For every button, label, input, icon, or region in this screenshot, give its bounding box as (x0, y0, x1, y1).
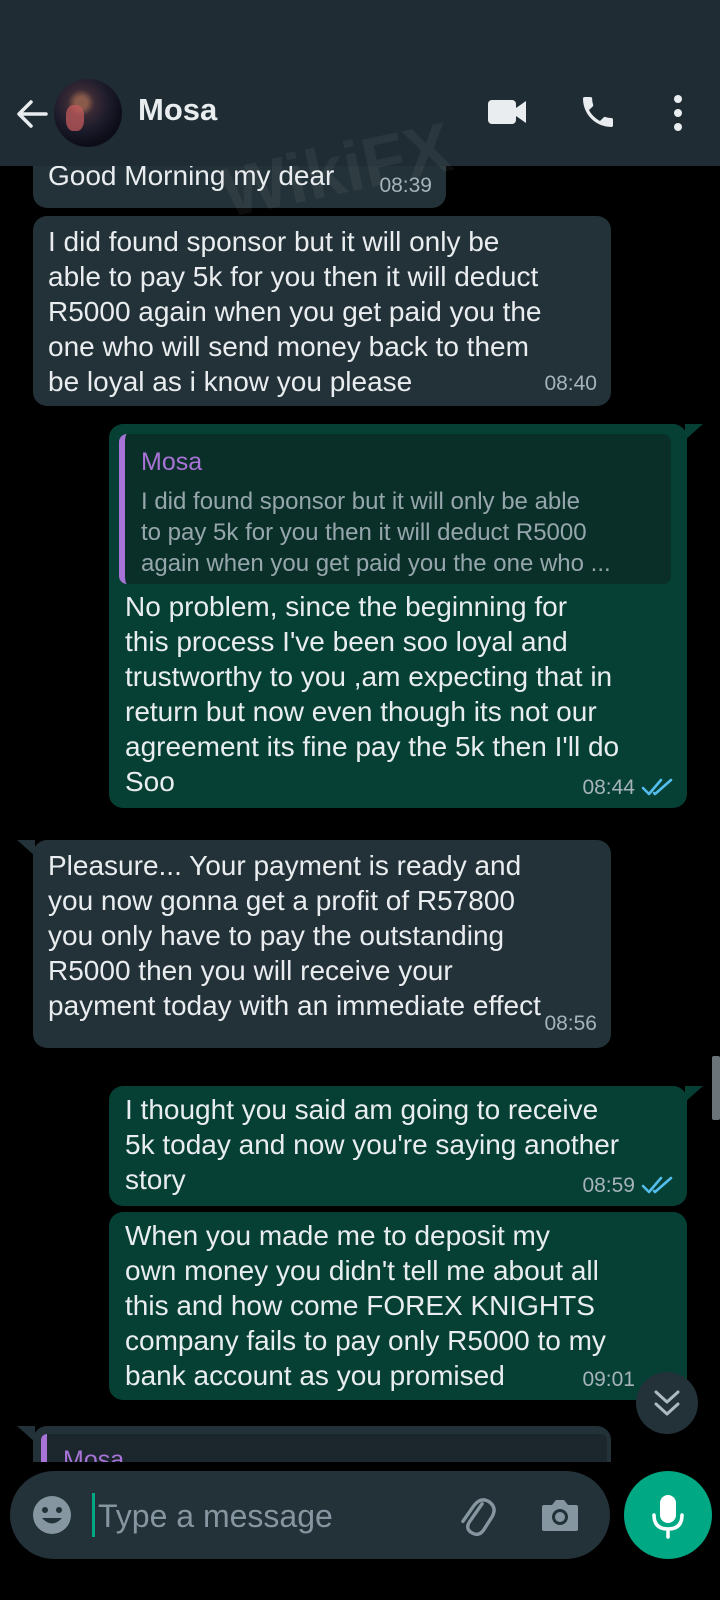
message-time: 08:39 (379, 174, 432, 197)
message-time: 08:44 (582, 776, 635, 799)
message-outgoing[interactable]: I thought you said am going to receive 5… (109, 1086, 703, 1206)
message-incoming[interactable]: Mosa (17, 1426, 611, 1462)
chat-header: Mosa (0, 60, 720, 166)
message-list[interactable]: Good Morning my dear 08:39 I did found s… (0, 166, 720, 1462)
scroll-to-bottom-button[interactable] (636, 1372, 698, 1434)
video-call-button[interactable] (486, 94, 528, 130)
bubble-tail (17, 840, 35, 856)
phone-icon (583, 97, 613, 127)
avatar[interactable] (54, 79, 122, 147)
message-input[interactable] (96, 1491, 430, 1541)
paperclip-icon (461, 1498, 496, 1537)
voice-call-button[interactable] (578, 92, 618, 132)
microphone-icon (652, 1495, 684, 1539)
status-bar (0, 0, 720, 60)
camera-icon (542, 1500, 578, 1531)
bubble-tail (685, 1086, 703, 1102)
more-vertical-icon (674, 95, 682, 131)
read-receipt-icon (641, 1176, 673, 1194)
message-text: When you made me to deposit my own money… (125, 1220, 606, 1391)
message-incoming[interactable]: I did found sponsor but it will only be … (33, 216, 611, 406)
quoted-message[interactable]: Mosa (41, 1434, 607, 1462)
contact-name[interactable]: Mosa (138, 92, 217, 128)
arrow-left-icon (17, 100, 48, 128)
voice-message-button[interactable] (624, 1471, 712, 1559)
message-time: 08:59 (582, 1174, 635, 1197)
video-camera-icon (488, 100, 526, 124)
bubble-tail (17, 1426, 35, 1442)
more-options-button[interactable] (664, 92, 692, 134)
bubble-tail (685, 424, 703, 440)
text-caret (92, 1493, 95, 1537)
emoji-icon (33, 1496, 71, 1534)
message-outgoing[interactable]: Mosa I did found sponsor but it will onl… (109, 424, 703, 808)
attach-button[interactable] (454, 1491, 498, 1539)
quote-author: Mosa (63, 1446, 125, 1462)
chevron-double-down-icon (654, 1390, 680, 1416)
message-time: 08:56 (544, 1012, 597, 1035)
message-text: I did found sponsor but it will only be … (48, 226, 542, 397)
quote-text: I did found sponsor but it will only be … (141, 488, 611, 577)
scrollbar-thumb[interactable] (712, 1056, 720, 1120)
quoted-message[interactable]: Mosa I did found sponsor but it will onl… (119, 434, 671, 584)
message-outgoing[interactable]: When you made me to deposit my own money… (109, 1212, 687, 1400)
message-incoming[interactable]: Pleasure... Your payment is ready and yo… (17, 840, 611, 1048)
message-time: 08:40 (544, 372, 597, 395)
message-composer (10, 1471, 610, 1559)
message-incoming[interactable]: Good Morning my dear 08:39 (33, 166, 446, 208)
read-receipt-icon (641, 778, 673, 796)
message-text: I thought you said am going to receive 5… (125, 1094, 620, 1195)
emoji-button[interactable] (30, 1493, 74, 1537)
back-button[interactable] (14, 96, 50, 132)
quote-author: Mosa (141, 448, 203, 476)
message-text: No problem, since the beginning for this… (125, 591, 620, 797)
camera-button[interactable] (538, 1493, 582, 1537)
message-text: Good Morning my dear (48, 166, 335, 191)
message-time: 09:01 (582, 1368, 635, 1391)
message-text: Pleasure... Your payment is ready and yo… (48, 850, 541, 1021)
